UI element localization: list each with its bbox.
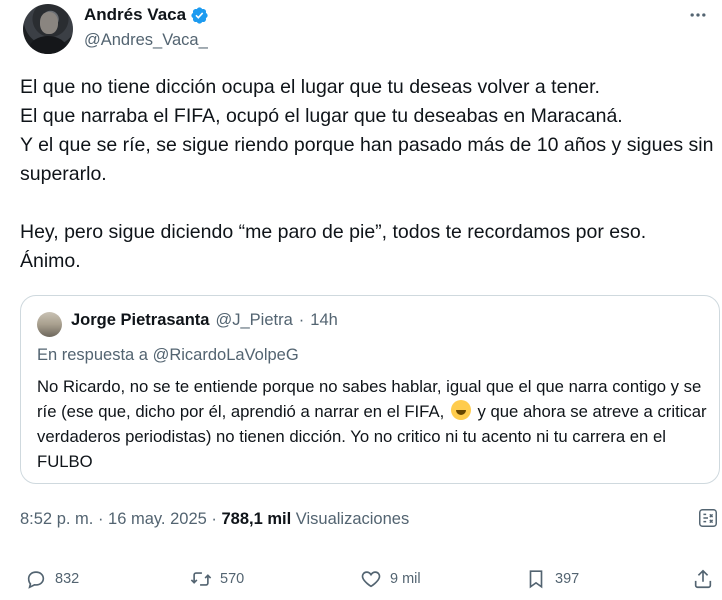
heart-icon xyxy=(361,571,381,588)
tweet-meta: 8:52 p. m. · 16 may. 2025 · 788,1 mil Vi… xyxy=(20,510,409,529)
quoted-tweet-text: No Ricardo, no se te entiende porque no … xyxy=(37,374,713,474)
tweet-text: El que no tiene dicción ocupa el lugar q… xyxy=(20,76,714,272)
views-label: Visualizaciones xyxy=(291,510,410,528)
reply-button[interactable]: 832 xyxy=(25,568,79,590)
tweet-timestamp[interactable]: 8:52 p. m. · 16 may. 2025 · xyxy=(20,510,221,528)
author-name-row: Andrés Vaca xyxy=(84,5,209,25)
like-button[interactable]: 9 mil xyxy=(360,568,421,590)
reply-icon xyxy=(27,571,45,589)
repost-button[interactable]: 570 xyxy=(190,568,244,590)
bookmark-icon xyxy=(529,570,543,589)
repost-count: 570 xyxy=(220,571,245,587)
like-count: 9 mil xyxy=(390,571,421,587)
verified-badge-icon xyxy=(191,6,208,24)
reply-count: 832 xyxy=(55,571,80,587)
quoted-reply-context: En respuesta a @RicardoLaVolpeG xyxy=(37,346,299,365)
quoted-tweet-header: Jorge Pietrasanta @J_Pietra · 14h xyxy=(71,311,338,330)
reply-prefix: En respuesta a xyxy=(37,346,148,364)
repost-icon xyxy=(190,572,212,586)
author-avatar[interactable] xyxy=(23,4,73,54)
avatar-body-shape xyxy=(29,36,67,54)
share-button[interactable] xyxy=(692,568,714,590)
bookmark-count: 397 xyxy=(555,571,580,587)
quoted-tweet[interactable]: Jorge Pietrasanta @J_Pietra · 14h En res… xyxy=(20,295,720,484)
bookmark-button[interactable]: 397 xyxy=(525,568,579,590)
quoted-author-display-name[interactable]: Jorge Pietrasanta xyxy=(71,311,209,330)
avatar-head-shape xyxy=(40,12,58,34)
action-bar: 832 570 9 mil 397 xyxy=(0,568,722,600)
reply-mention-link[interactable]: @RicardoLaVolpeG xyxy=(153,346,299,364)
views-count: 788,1 mil xyxy=(221,510,292,528)
quoted-author-handle[interactable]: @J_Pietra xyxy=(215,311,292,330)
quoted-tweet-time[interactable]: 14h xyxy=(310,311,338,330)
quoted-header-separator: · xyxy=(298,311,305,329)
rolling-on-floor-laughing-emoji-icon xyxy=(450,400,471,420)
more-options-icon[interactable] xyxy=(686,3,710,27)
post-analytics-icon[interactable] xyxy=(697,507,719,529)
quoted-author-avatar[interactable] xyxy=(37,312,62,337)
author-handle[interactable]: @Andres_Vaca_ xyxy=(84,31,208,50)
author-display-name[interactable]: Andrés Vaca xyxy=(84,5,186,25)
share-icon xyxy=(694,569,712,589)
